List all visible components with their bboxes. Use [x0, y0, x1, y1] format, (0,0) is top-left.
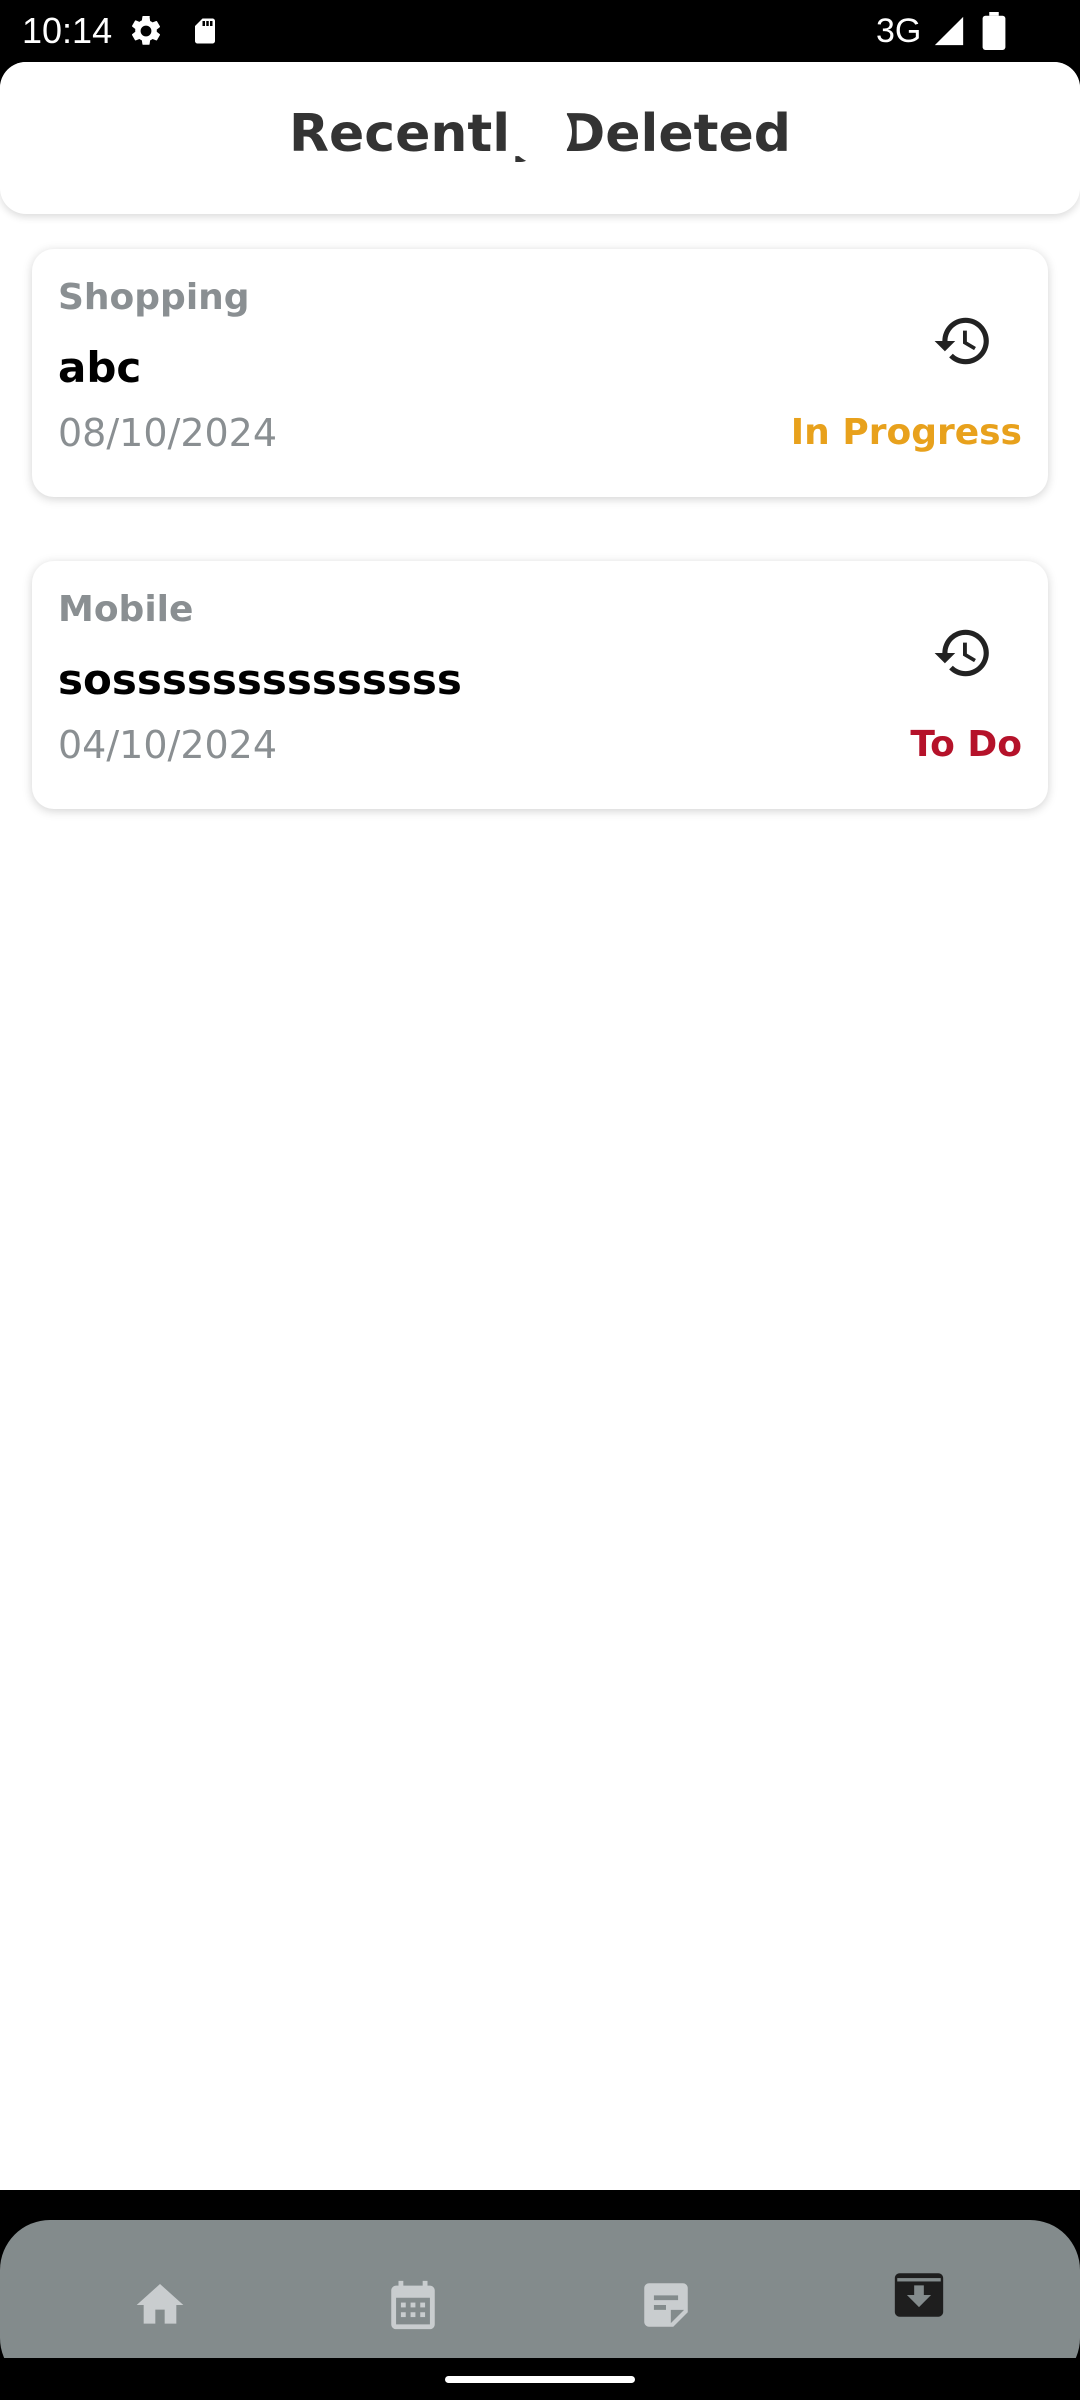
gesture-area: [0, 2358, 1080, 2400]
nav-calendar-button[interactable]: [358, 2250, 468, 2358]
task-category: Shopping: [58, 277, 250, 318]
calendar-icon: [391, 2280, 435, 2330]
gesture-handle[interactable]: [445, 2376, 635, 2383]
task-date: 04/10/2024: [58, 723, 278, 767]
task-title: sossssssssssssss: [58, 655, 462, 704]
sd-card-icon: [195, 18, 215, 44]
status-bar: 10:14 3G: [0, 0, 1080, 62]
bottom-nav-bar: [0, 2220, 1080, 2358]
task-date: 08/10/2024: [58, 411, 278, 455]
task-title: abc: [58, 343, 142, 392]
bottom-navigation: [0, 2190, 1080, 2358]
task-category: Mobile: [58, 589, 194, 630]
settings-icon: [131, 15, 161, 45]
network-type: 3G: [876, 12, 922, 50]
nav-home-button[interactable]: [105, 2250, 215, 2358]
status-time: 10:14: [22, 10, 113, 51]
task-status: In Progress: [790, 412, 1022, 453]
app-screen: Recently Deleted Shopping abc 08/10/2024…: [0, 62, 1080, 2358]
restore-button[interactable]: [917, 295, 1009, 387]
restore-button[interactable]: [917, 607, 1009, 699]
notes-icon: [644, 2283, 688, 2327]
restore-history-icon: [934, 317, 989, 365]
nav-notes-button[interactable]: [611, 2250, 721, 2358]
signal-icon: [934, 16, 964, 46]
deleted-task-card[interactable]: Mobile sossssssssssssss 04/10/2024 To Do: [32, 561, 1048, 809]
archive-icon: [894, 2273, 944, 2317]
deleted-task-card[interactable]: Shopping abc 08/10/2024 In Progress: [32, 249, 1048, 497]
nav-archive-button[interactable]: [864, 2240, 974, 2350]
home-icon: [136, 2284, 184, 2324]
task-status: To Do: [910, 724, 1022, 765]
camera-notch: [508, 100, 572, 164]
restore-history-icon: [934, 629, 989, 677]
battery-icon: [982, 12, 1006, 50]
